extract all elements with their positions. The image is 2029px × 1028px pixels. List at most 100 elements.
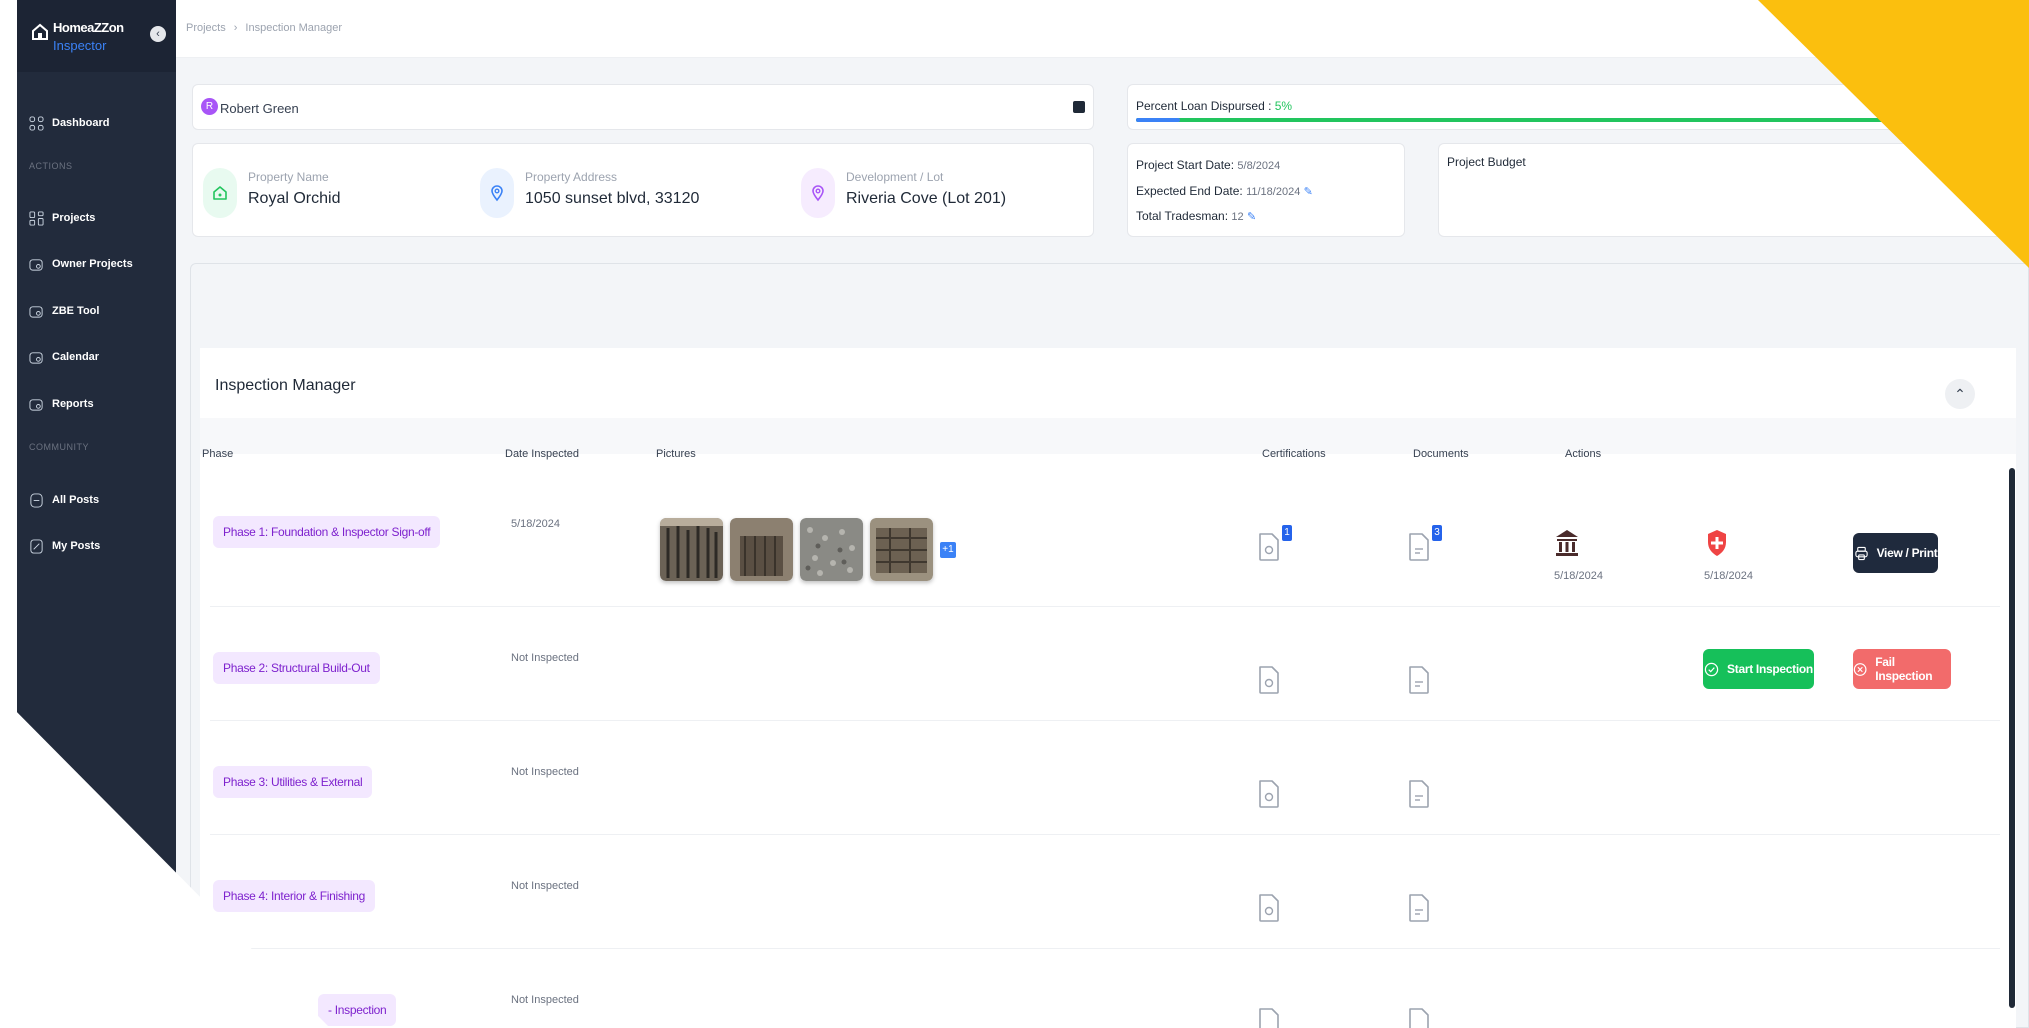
start-inspection-label: Start Inspection xyxy=(1727,662,1813,676)
phase-pill[interactable]: Phase 2: Structural Build-Out xyxy=(213,652,380,684)
sidebar-item-owner-projects[interactable]: Owner Projects xyxy=(29,252,133,276)
property-lot-group: Development / Lot Riveria Cove (Lot 201) xyxy=(801,168,1081,218)
section-label-actions: ACTIONS xyxy=(29,161,73,171)
inspection-photo[interactable] xyxy=(730,518,793,581)
brand-subtitle: Inspector xyxy=(53,38,107,53)
more-pictures-badge[interactable]: +1 xyxy=(940,542,956,558)
loan-percent: 5% xyxy=(1274,99,1293,113)
table-row: Phase 1: Foundation & Inspector Sign-off… xyxy=(210,470,2000,607)
document-icon[interactable] xyxy=(1407,893,1431,923)
sidebar-item-label: Reports xyxy=(52,398,94,410)
sidebar-item-label: Owner Projects xyxy=(52,258,133,270)
certification-icon[interactable] xyxy=(1257,532,1281,562)
inspection-photo[interactable] xyxy=(660,518,723,581)
x-circle-icon xyxy=(1853,662,1867,676)
property-name-value: Royal Orchid xyxy=(248,190,341,207)
table-row: - Inspection Not Inspected xyxy=(210,949,2000,1028)
column-header-documents: Documents xyxy=(1413,448,1469,460)
property-address-value: 1050 sunset blvd, 33120 xyxy=(525,190,700,207)
sidebar-item-label: Projects xyxy=(52,212,96,224)
certification-count: 1 xyxy=(1282,525,1292,541)
date-inspected: Not Inspected xyxy=(511,652,579,664)
owner-name: Robert Green xyxy=(220,101,299,116)
app-page: { "brand": { "name": "HomeaZZon", "sub":… xyxy=(0,0,2029,1028)
inspector-approval-date: 5/18/2024 xyxy=(1704,570,1753,582)
check-circle-icon xyxy=(1704,662,1719,676)
project-budget-label: Project Budget xyxy=(1447,155,1526,169)
sidebar-item-zbe-tool[interactable]: ZBE Tool xyxy=(29,299,99,323)
end-date-line: Expected End Date: 11/18/2024 ✎ xyxy=(1136,184,1313,198)
document-icon[interactable] xyxy=(1407,665,1431,695)
sidebar-item-label: My Posts xyxy=(52,540,101,552)
sidebar-item-reports[interactable]: Reports xyxy=(29,392,94,416)
column-header-date: Date Inspected xyxy=(505,448,579,460)
start-inspection-button[interactable]: Start Inspection xyxy=(1703,649,1814,689)
sidebar-item-label: Calendar xyxy=(52,351,100,363)
sidebar-item-dashboard[interactable]: Dashboard xyxy=(29,111,109,135)
edit-pencil-icon[interactable]: ✎ xyxy=(1247,211,1256,223)
start-date-label: Project Start Date: xyxy=(1136,158,1235,172)
tradesman-line: Total Tradesman: 12 ✎ xyxy=(1136,209,1256,223)
table-row: Phase 2: Structural Build-Out Not Inspec… xyxy=(210,607,2000,721)
location-pin-icon xyxy=(480,168,514,218)
shield-plus-icon[interactable] xyxy=(1706,528,1728,558)
sidebar-item-calendar[interactable]: Calendar xyxy=(29,345,99,369)
sidebar-item-my-posts[interactable]: My Posts xyxy=(29,534,100,558)
document-icon[interactable] xyxy=(1407,779,1431,809)
fail-inspection-button[interactable]: Fail Inspection xyxy=(1853,649,1951,689)
sidebar-item-projects[interactable]: Projects xyxy=(29,206,95,230)
loan-label: Percent Loan Dispursed : 5% xyxy=(1136,99,1292,113)
breadcrumb: Projects › Inspection Manager xyxy=(186,22,342,34)
section-label-community: COMMUNITY xyxy=(29,442,89,452)
property-name-label: Property Name xyxy=(248,170,329,184)
location-pin-icon xyxy=(801,168,835,218)
sidebar: HomeaZZon Inspector Dashboard ACTIONS Pr… xyxy=(17,0,176,1028)
inbox-icon[interactable] xyxy=(1073,101,1085,113)
certification-icon[interactable] xyxy=(1257,893,1281,923)
loan-progress-fill xyxy=(1136,118,1180,122)
collapse-panel-button[interactable]: ⌃ xyxy=(1945,379,1975,409)
sidebar-item-label: All Posts xyxy=(52,494,100,506)
property-address-group: Property Address 1050 sunset blvd, 33120 xyxy=(480,168,770,218)
inspection-photo[interactable] xyxy=(800,518,863,581)
owner-card: R Robert Green xyxy=(192,84,1094,130)
inspection-manager-title: Inspection Manager xyxy=(215,377,356,394)
sidebar-item-label: Dashboard xyxy=(52,117,110,129)
phase-pill[interactable]: Phase 4: Interior & Finishing xyxy=(213,880,376,912)
end-date-label: Expected End Date: xyxy=(1136,184,1243,198)
sidebar-item-label: ZBE Tool xyxy=(52,305,100,317)
bank-icon[interactable] xyxy=(1554,528,1580,558)
table-row: Phase 4: Interior & Finishing Not Inspec… xyxy=(210,835,2000,949)
table-row: Phase 3: Utilities & External Not Inspec… xyxy=(210,721,2000,835)
sidebar-item-all-posts[interactable]: All Posts xyxy=(29,488,99,512)
property-card: Property Name Royal Orchid Property Addr… xyxy=(192,143,1094,237)
date-inspected: Not Inspected xyxy=(511,880,579,892)
view-print-label: View / Print xyxy=(1876,546,1938,560)
phase-pill[interactable]: - Inspection xyxy=(318,994,397,1026)
certification-icon[interactable] xyxy=(1257,665,1281,695)
breadcrumb-root[interactable]: Projects xyxy=(186,22,226,34)
calendar-icon xyxy=(29,351,43,364)
property-address-label: Property Address xyxy=(525,170,618,184)
document-icon[interactable] xyxy=(1407,1007,1431,1028)
certification-icon[interactable] xyxy=(1257,779,1281,809)
document-icon[interactable] xyxy=(1407,532,1431,562)
property-lot-label: Development / Lot xyxy=(846,170,944,184)
start-date-line: Project Start Date: 5/8/2024 xyxy=(1136,158,1280,172)
phase-pill[interactable]: Phase 1: Foundation & Inspector Sign-off xyxy=(213,516,441,548)
column-header-certifications: Certifications xyxy=(1262,448,1326,460)
phase-pill[interactable]: Phase 3: Utilities & External xyxy=(213,766,373,798)
edit-pencil-icon[interactable]: ✎ xyxy=(1304,186,1313,198)
home-icon xyxy=(203,168,237,218)
property-lot-value: Riveria Cove (Lot 201) xyxy=(846,190,1007,207)
certification-icon[interactable] xyxy=(1257,1007,1281,1028)
inspection-photo[interactable] xyxy=(870,518,933,581)
loan-card: Percent Loan Dispursed : 5% xyxy=(1127,84,2029,130)
breadcrumb-current: Inspection Manager xyxy=(245,22,343,34)
folder-icon xyxy=(29,258,43,271)
top-bar: Projects › Inspection Manager xyxy=(176,0,2029,58)
view-print-button[interactable]: View / Print xyxy=(1853,533,1938,573)
document-count: 3 xyxy=(1432,525,1442,541)
scrollbar[interactable] xyxy=(2009,468,2015,1008)
collapse-sidebar-button[interactable]: ‹ xyxy=(150,26,166,42)
